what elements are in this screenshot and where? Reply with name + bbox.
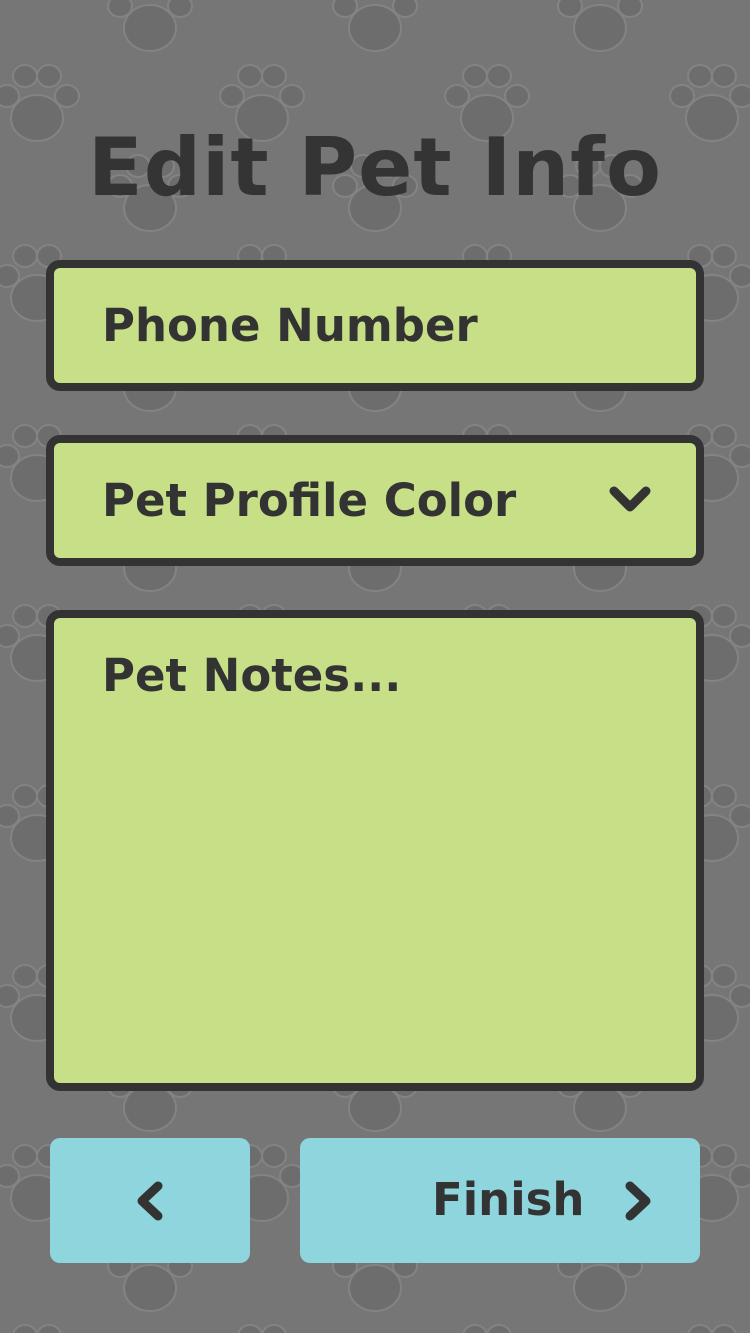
pet-notes-placeholder: Pet Notes... <box>102 649 402 702</box>
phone-number-field[interactable]: Phone Number <box>46 260 704 391</box>
pet-profile-color-placeholder: Pet Profile Color <box>102 474 517 527</box>
finish-button-label: Finish <box>432 1173 585 1226</box>
chevron-down-icon <box>609 486 651 512</box>
pet-notes-textarea[interactable]: Pet Notes... <box>46 610 704 1091</box>
finish-button[interactable]: Finish <box>300 1138 700 1263</box>
chevron-left-icon <box>137 1181 163 1221</box>
chevron-right-icon <box>625 1181 651 1221</box>
edit-pet-info-screen: Edit Pet Info Phone Number Pet Profile C… <box>0 0 750 1333</box>
pet-profile-color-select[interactable]: Pet Profile Color <box>46 435 704 566</box>
phone-number-placeholder: Phone Number <box>102 299 478 352</box>
page-title: Edit Pet Info <box>88 121 662 214</box>
back-button[interactable] <box>50 1138 250 1263</box>
